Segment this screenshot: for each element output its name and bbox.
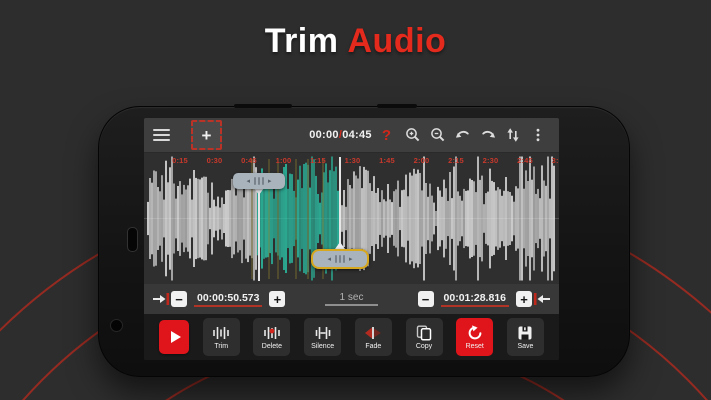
more-vert-icon[interactable] (525, 123, 550, 148)
timeline-label: 1:45 (379, 156, 395, 165)
fade-label: Fade (365, 342, 382, 350)
promo-canvas: Trim Audio + 00:00/04:45 ? 0:15 0:30 0:4… (0, 0, 711, 400)
handle-grip-icon (254, 177, 264, 185)
timeline-label: 1:15 (310, 156, 326, 165)
trim-label: Trim (214, 342, 229, 350)
menu-icon[interactable] (153, 129, 170, 141)
step-size-selector[interactable]: 1 sec (324, 292, 379, 306)
time-current: 00:00 (309, 129, 339, 141)
play-button[interactable] (159, 320, 189, 354)
save-icon (518, 326, 532, 339)
fade-icon (365, 326, 382, 339)
silence-icon (315, 326, 330, 339)
timeline-label: 1:30 (344, 156, 361, 165)
reset-button[interactable]: Reset (456, 318, 494, 356)
phone-mockup: + 00:00/04:45 ? 0:15 0:30 0:45 1:00 1:15… (98, 104, 630, 377)
play-icon (170, 331, 181, 343)
timeline-label: 2:00 (413, 156, 430, 165)
selection-control-bar: − 00:00:50.573 + 1 sec − 00:01:28.816 + (144, 284, 559, 314)
zoom-in-icon[interactable] (400, 123, 425, 148)
selection-end-handle[interactable]: ◂ ▸ (311, 249, 369, 269)
end-minus-button[interactable]: − (417, 291, 434, 307)
phone-volume-button (377, 104, 417, 108)
delete-icon (264, 326, 280, 339)
selection-start-time[interactable]: 00:00:50.573 (194, 292, 263, 307)
title-word-audio: Audio (347, 22, 447, 60)
copy-label: Copy (415, 342, 433, 350)
start-plus-button[interactable]: + (269, 291, 286, 307)
action-toolbar: Trim Delete Silence Fade Copy Reset Save (144, 314, 559, 360)
phone-power-button (234, 104, 292, 108)
selection-start-pointer (254, 188, 264, 195)
timeline-label: 0:15 (172, 156, 188, 165)
selection-end-pointer (335, 242, 345, 249)
silence-label: Silence (311, 342, 335, 350)
waveform-area: 0:15 0:30 0:45 1:00 1:15 1:30 1:45 2:00 2:15 2:30… (144, 153, 559, 284)
handle-right-arrow-icon: ▸ (268, 177, 272, 185)
fade-button[interactable]: Fade (354, 318, 392, 356)
phone-camera (110, 319, 123, 332)
copy-button[interactable]: Copy (405, 318, 443, 356)
timeline-label: 0:45 (241, 156, 257, 165)
reset-icon (468, 324, 482, 339)
handle-right-arrow-icon: ▸ (349, 255, 353, 263)
time-total: 04:45 (342, 129, 372, 141)
copy-icon (416, 325, 432, 341)
timeline-label: 0:30 (206, 156, 223, 165)
timeline-label: 3:00 (551, 156, 559, 165)
jump-to-end-icon[interactable] (532, 291, 552, 307)
playback-time: 00:00/04:45 (309, 129, 372, 141)
redo-icon[interactable] (475, 123, 500, 148)
timeline-label: 2:45 (517, 156, 533, 165)
handle-left-arrow-icon: ◂ (246, 177, 250, 185)
timeline-label: 1:00 (275, 156, 292, 165)
trim-button[interactable]: Trim (202, 318, 240, 356)
delete-button[interactable]: Delete (253, 318, 291, 356)
reset-label: Reset (465, 342, 484, 350)
handle-left-arrow-icon: ◂ (327, 255, 331, 263)
timeline-label: 2:15 (448, 156, 464, 165)
undo-icon[interactable] (450, 123, 475, 148)
help-icon[interactable]: ? (382, 127, 391, 144)
save-label: Save (517, 342, 534, 350)
jump-to-start-icon[interactable] (151, 291, 171, 307)
zoom-out-icon[interactable] (425, 123, 450, 148)
trim-icon (213, 326, 230, 339)
top-toolbar: + 00:00/04:45 ? (144, 118, 559, 153)
phone-earpiece (127, 227, 138, 252)
selection-end-time[interactable]: 00:01:28.816 (440, 292, 509, 307)
add-audio-button[interactable]: + (191, 120, 222, 150)
silence-button[interactable]: Silence (304, 318, 342, 356)
handle-grip-icon (335, 255, 345, 263)
selection-start-handle[interactable]: ◂ ▸ (233, 173, 285, 189)
app-screen: + 00:00/04:45 ? 0:15 0:30 0:45 1:00 1:15… (144, 118, 559, 360)
swap-vert-icon[interactable] (500, 123, 525, 148)
save-button[interactable]: Save (506, 318, 544, 356)
end-plus-button[interactable]: + (516, 291, 532, 307)
title-word-trim: Trim (264, 22, 339, 60)
start-minus-button[interactable]: − (171, 291, 187, 307)
delete-label: Delete (261, 342, 283, 350)
timeline-label: 2:30 (482, 156, 499, 165)
page-title: Trim Audio (0, 22, 711, 61)
